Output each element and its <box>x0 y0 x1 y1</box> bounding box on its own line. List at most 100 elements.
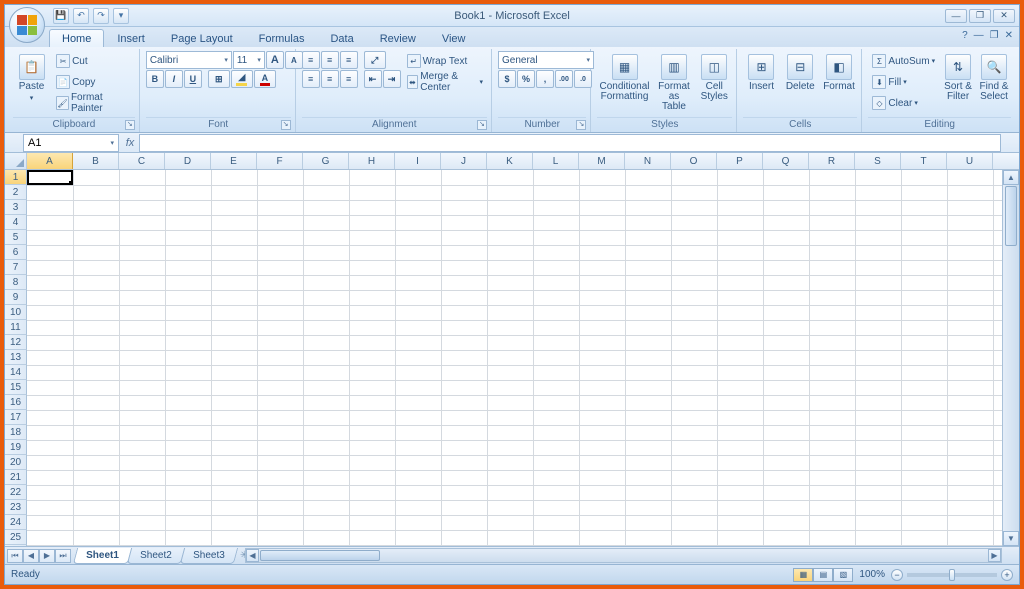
select-all-button[interactable] <box>5 153 27 169</box>
fill-button[interactable]: ⬇Fill▾ <box>868 72 939 92</box>
orientation-button[interactable]: ⤢ <box>364 51 386 69</box>
row-header[interactable]: 2 <box>5 185 27 200</box>
zoom-thumb[interactable] <box>949 569 955 581</box>
zoom-level[interactable]: 100% <box>859 569 885 580</box>
normal-view-button[interactable]: ▦ <box>793 568 813 582</box>
close-button[interactable]: ✕ <box>993 9 1015 23</box>
row-header[interactable]: 1 <box>5 170 27 185</box>
doc-close-icon[interactable]: ✕ <box>1005 30 1013 41</box>
vscroll-thumb[interactable] <box>1005 186 1017 246</box>
row-header[interactable]: 15 <box>5 380 27 395</box>
row-header[interactable]: 14 <box>5 365 27 380</box>
number-dialog-launcher[interactable]: ↘ <box>576 120 586 130</box>
save-icon[interactable]: 💾 <box>53 8 69 24</box>
horizontal-scrollbar[interactable]: ◀ ▶ <box>245 548 1002 563</box>
font-size-combo[interactable]: 11▾ <box>233 51 265 69</box>
row-header[interactable]: 22 <box>5 485 27 500</box>
row-header[interactable]: 16 <box>5 395 27 410</box>
fill-color-button[interactable]: ◢ <box>231 70 253 88</box>
insert-cells-button[interactable]: ⊞Insert <box>743 51 780 95</box>
italic-button[interactable]: I <box>165 70 183 88</box>
percent-button[interactable]: % <box>517 70 535 88</box>
row-header[interactable]: 23 <box>5 500 27 515</box>
zoom-in-button[interactable]: + <box>1001 569 1013 581</box>
format-cells-button[interactable]: ◧Format <box>821 51 858 95</box>
fx-icon[interactable]: fx <box>121 137 139 149</box>
cell-styles-button[interactable]: ◫Cell Styles <box>696 51 732 105</box>
column-header[interactable]: A <box>27 153 73 169</box>
vertical-scrollbar[interactable]: ▲ ▼ <box>1002 170 1019 546</box>
next-sheet-button[interactable]: ▶ <box>39 549 55 563</box>
wrap-text-button[interactable]: ↵Wrap Text <box>403 51 487 71</box>
font-name-combo[interactable]: Calibri▾ <box>146 51 232 69</box>
merge-center-button[interactable]: ⬌Merge & Center▾ <box>403 72 487 92</box>
column-header[interactable]: H <box>349 153 395 169</box>
format-as-table-button[interactable]: ▥Format as Table <box>654 51 695 115</box>
grow-font-button[interactable]: A <box>266 51 284 69</box>
tab-review[interactable]: Review <box>367 29 429 47</box>
cells-area[interactable] <box>27 170 1019 546</box>
column-header[interactable]: G <box>303 153 349 169</box>
decrease-indent-button[interactable]: ⇤ <box>364 70 382 88</box>
row-header[interactable]: 24 <box>5 515 27 530</box>
page-layout-view-button[interactable]: ▤ <box>813 568 833 582</box>
column-header[interactable]: I <box>395 153 441 169</box>
align-right-button[interactable]: ≡ <box>340 70 358 88</box>
font-dialog-launcher[interactable]: ↘ <box>281 120 291 130</box>
undo-icon[interactable]: ↶ <box>73 8 89 24</box>
delete-cells-button[interactable]: ⊟Delete <box>782 51 819 95</box>
decrease-decimal-button[interactable]: .0 <box>574 70 592 88</box>
row-header[interactable]: 9 <box>5 290 27 305</box>
hscroll-thumb[interactable] <box>260 550 380 561</box>
number-format-combo[interactable]: General▾ <box>498 51 594 69</box>
column-header[interactable]: E <box>211 153 257 169</box>
increase-decimal-button[interactable]: .00 <box>555 70 573 88</box>
align-left-button[interactable]: ≡ <box>302 70 320 88</box>
help-icon[interactable]: ? <box>962 30 968 41</box>
row-header[interactable]: 13 <box>5 350 27 365</box>
sheet-tab-sheet1[interactable]: Sheet1 <box>73 548 132 564</box>
column-header[interactable]: L <box>533 153 579 169</box>
zoom-out-button[interactable]: − <box>891 569 903 581</box>
first-sheet-button[interactable]: ⏮ <box>7 549 23 563</box>
scroll-left-icon[interactable]: ◀ <box>246 549 259 562</box>
tab-view[interactable]: View <box>429 29 479 47</box>
column-header[interactable]: C <box>119 153 165 169</box>
row-header[interactable]: 6 <box>5 245 27 260</box>
underline-button[interactable]: U <box>184 70 202 88</box>
sheet-tab-sheet2[interactable]: Sheet2 <box>127 548 185 564</box>
tab-data[interactable]: Data <box>317 29 366 47</box>
tab-formulas[interactable]: Formulas <box>246 29 318 47</box>
conditional-formatting-button[interactable]: ▦Conditional Formatting <box>597 51 651 105</box>
office-button[interactable] <box>9 7 45 43</box>
row-header[interactable]: 10 <box>5 305 27 320</box>
align-top-button[interactable]: ≡ <box>302 51 320 69</box>
tab-page-layout[interactable]: Page Layout <box>158 29 246 47</box>
align-bottom-button[interactable]: ≡ <box>340 51 358 69</box>
clear-button[interactable]: ◇Clear▾ <box>868 93 939 113</box>
redo-icon[interactable]: ↷ <box>93 8 109 24</box>
last-sheet-button[interactable]: ⏭ <box>55 549 71 563</box>
align-middle-button[interactable]: ≡ <box>321 51 339 69</box>
row-header[interactable]: 21 <box>5 470 27 485</box>
autosum-button[interactable]: ΣAutoSum▾ <box>868 51 939 71</box>
row-header[interactable]: 20 <box>5 455 27 470</box>
column-header[interactable]: T <box>901 153 947 169</box>
row-header[interactable]: 5 <box>5 230 27 245</box>
sheet-tab-sheet3[interactable]: Sheet3 <box>179 548 237 564</box>
column-header[interactable]: D <box>165 153 211 169</box>
row-header[interactable]: 25 <box>5 530 27 545</box>
maximize-button[interactable]: ❐ <box>969 9 991 23</box>
row-header[interactable]: 3 <box>5 200 27 215</box>
tab-home[interactable]: Home <box>49 29 104 47</box>
page-break-view-button[interactable]: ▧ <box>833 568 853 582</box>
scroll-right-icon[interactable]: ▶ <box>988 549 1001 562</box>
find-select-button[interactable]: 🔍Find & Select <box>977 51 1011 105</box>
ribbon-min-icon[interactable]: — <box>974 30 984 41</box>
comma-button[interactable]: , <box>536 70 554 88</box>
cut-button[interactable]: ✂Cut <box>52 51 135 71</box>
sort-filter-button[interactable]: ⇅Sort & Filter <box>941 51 975 105</box>
alignment-dialog-launcher[interactable]: ↘ <box>477 120 487 130</box>
paste-button[interactable]: 📋Paste▾ <box>13 51 50 105</box>
prev-sheet-button[interactable]: ◀ <box>23 549 39 563</box>
